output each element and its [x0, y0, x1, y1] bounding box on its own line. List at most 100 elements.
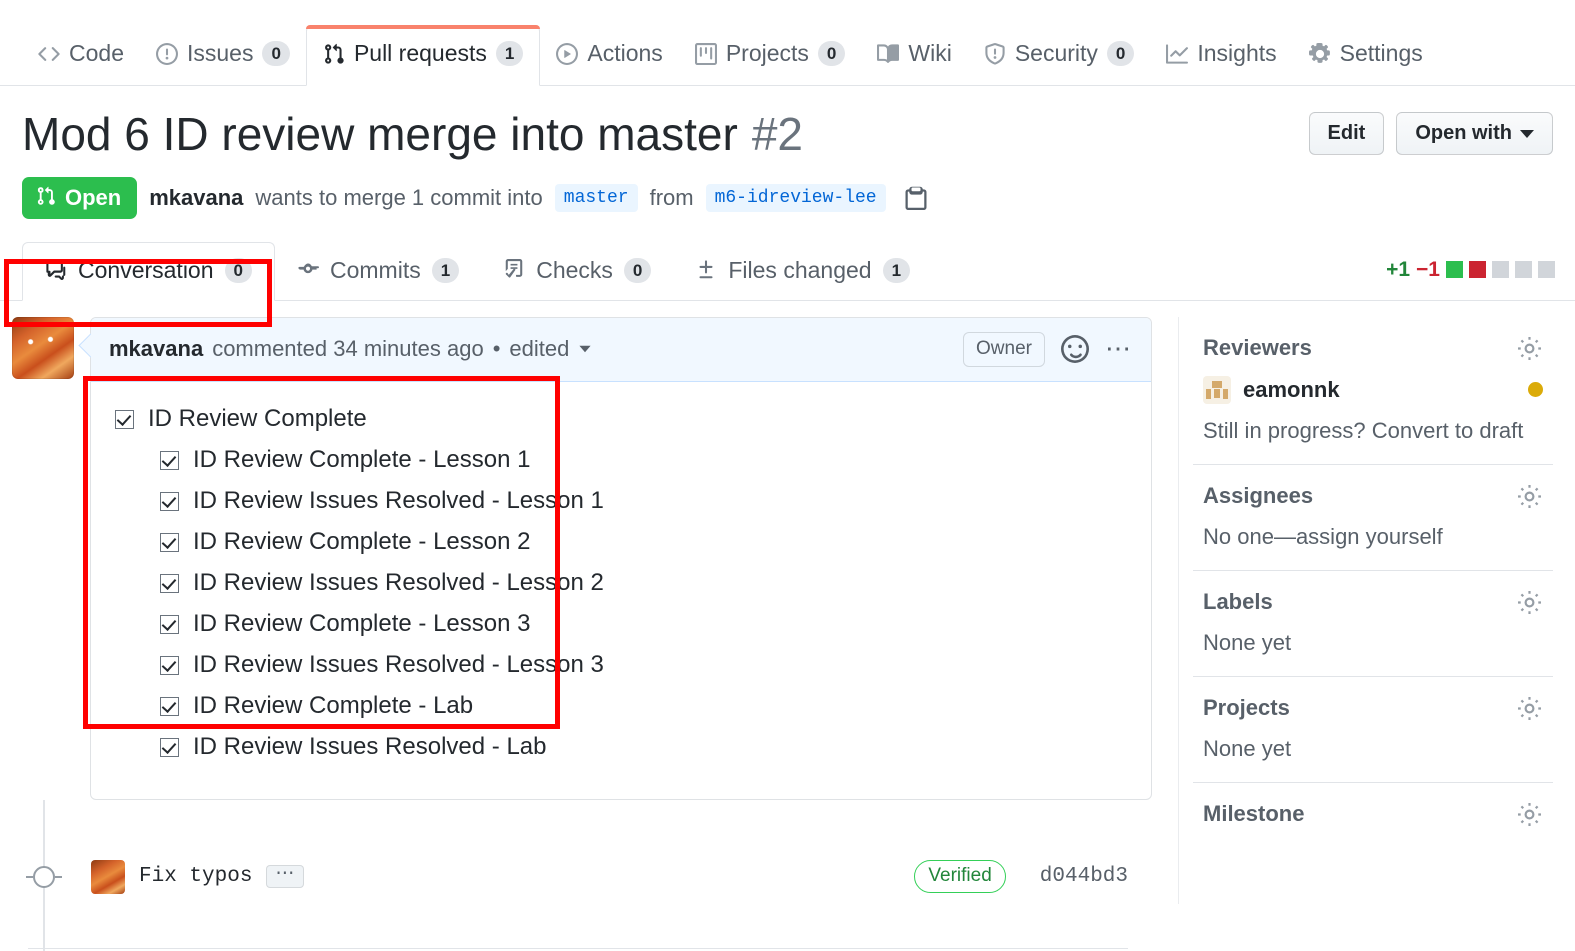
nav-item-security[interactable]: Security 0	[968, 40, 1151, 85]
verified-badge[interactable]: Verified	[914, 860, 1006, 894]
comment-author[interactable]: mkavana	[109, 336, 203, 362]
graph-icon	[1166, 43, 1189, 65]
checkbox-checked-icon[interactable]	[115, 409, 134, 429]
nav-item-pull-requests[interactable]: Pull requests 1	[305, 25, 541, 86]
diffstat-additions: +1	[1386, 257, 1411, 281]
assignees-value[interactable]: No one—assign yourself	[1203, 524, 1543, 550]
convert-to-draft-note[interactable]: Still in progress? Convert to draft	[1203, 418, 1543, 444]
sidebar-section-reviewers: Reviewers eamonnk Still in progress? Con…	[1193, 317, 1553, 465]
comment-header-actions: Owner ⋯	[963, 331, 1133, 367]
open-with-button[interactable]: Open with	[1396, 112, 1553, 155]
sidebar-section-title: Projects	[1203, 695, 1290, 721]
commit-meta: Verified d044bd3	[914, 860, 1152, 894]
pr-body: mkavana commented 34 minutes ago • edite…	[0, 301, 1575, 951]
checkbox-checked-icon[interactable]	[160, 696, 179, 716]
pr-sidebar: Reviewers eamonnk Still in progress? Con…	[1178, 316, 1553, 904]
copy-icon[interactable]	[904, 186, 928, 210]
tab-counter: 1	[882, 257, 911, 283]
commit-sha[interactable]: d044bd3	[1040, 865, 1128, 888]
reviewer-row[interactable]: eamonnk	[1203, 375, 1543, 404]
review-pending-icon	[1528, 382, 1543, 398]
task-item[interactable]: ID Review Complete	[115, 404, 1127, 434]
sidebar-section-title: Labels	[1203, 589, 1273, 615]
nav-item-counter: 1	[495, 41, 524, 66]
task-label: ID Review Complete - Lesson 1	[193, 445, 531, 473]
checkbox-checked-icon[interactable]	[160, 737, 179, 757]
labels-value: None yet	[1203, 629, 1292, 655]
diffstat-deletions: −1	[1416, 257, 1440, 281]
nav-item-label: Pull requests	[353, 40, 487, 66]
gear-icon[interactable]	[1516, 589, 1543, 616]
pr-header: Mod 6 ID review merge into master #2 Edi…	[0, 86, 1575, 219]
gear-icon[interactable]	[1516, 801, 1543, 828]
checkbox-checked-icon[interactable]	[160, 491, 179, 511]
nav-item-label: Code	[69, 40, 124, 66]
nav-item-issues[interactable]: Issues 0	[140, 40, 306, 85]
tab-checks[interactable]: Checks 0	[481, 257, 673, 300]
checkbox-checked-icon[interactable]	[160, 614, 179, 634]
task-item[interactable]: ID Review Complete - Lesson 1	[115, 445, 1127, 475]
gear-icon[interactable]	[1516, 483, 1543, 510]
tab-files-changed[interactable]: Files changed 1	[673, 257, 932, 300]
checkbox-checked-icon[interactable]	[160, 573, 179, 593]
nav-item-actions[interactable]: Actions	[540, 40, 678, 85]
task-item[interactable]: ID Review Issues Resolved - Lesson 2	[115, 568, 1127, 598]
tab-commits[interactable]: Commits 1	[275, 257, 481, 300]
task-item[interactable]: ID Review Complete - Lesson 3	[115, 609, 1127, 639]
avatar[interactable]	[12, 316, 74, 379]
nav-item-settings[interactable]: Settings	[1293, 40, 1439, 85]
task-label: ID Review Issues Resolved - Lesson 2	[193, 568, 604, 596]
commit-message[interactable]: Fix typos	[139, 865, 252, 888]
pr-tabbar: Conversation 0 Commits 1 Checks 0 Files …	[0, 241, 1575, 301]
task-item[interactable]: ID Review Complete - Lab	[115, 691, 1127, 721]
nav-item-counter: 0	[262, 41, 290, 66]
comment-timeline-item: mkavana commented 34 minutes ago • edite…	[12, 316, 1152, 800]
pr-icon	[323, 43, 345, 65]
nav-item-wiki[interactable]: Wiki	[861, 40, 967, 85]
sidebar-section-labels: Labels None yet	[1193, 571, 1553, 677]
nav-item-code[interactable]: Code	[22, 40, 140, 85]
pr-number: #2	[751, 108, 803, 160]
commit-menu-icon[interactable]: ⋯	[266, 864, 305, 889]
conversation-column: mkavana commented 34 minutes ago • edite…	[12, 316, 1152, 951]
smiley-icon[interactable]	[1061, 335, 1089, 364]
play-icon	[556, 42, 579, 65]
comment-action: commented 34 minutes ago	[212, 336, 484, 362]
checkbox-checked-icon[interactable]	[160, 655, 179, 675]
nav-item-insights[interactable]: Insights	[1150, 40, 1292, 85]
sidebar-section-title: Reviewers	[1203, 335, 1312, 361]
task-list: ID Review Complete ID Review Complete - …	[115, 404, 1127, 762]
reviewer-name[interactable]: eamonnk	[1243, 377, 1340, 403]
task-label: ID Review Issues Resolved - Lesson 3	[193, 650, 604, 678]
edit-button[interactable]: Edit	[1308, 112, 1385, 155]
open-with-label: Open with	[1415, 122, 1512, 144]
kebab-icon[interactable]: ⋯	[1105, 336, 1133, 361]
tab-counter: 0	[224, 257, 252, 283]
diffstat-block	[1469, 261, 1486, 279]
nav-item-projects[interactable]: Projects 0	[679, 40, 862, 85]
task-item[interactable]: ID Review Issues Resolved - Lesson 3	[115, 650, 1127, 680]
comment-edited[interactable]: edited	[509, 336, 569, 362]
sidebar-section-header: Reviewers	[1203, 335, 1543, 362]
base-branch-chip[interactable]: master	[554, 183, 638, 212]
task-item[interactable]: ID Review Issues Resolved - Lab	[115, 732, 1127, 762]
task-item[interactable]: ID Review Complete - Lesson 2	[115, 527, 1127, 557]
edit-button-label: Edit	[1327, 122, 1366, 144]
sidebar-section-milestone: Milestone	[1193, 783, 1553, 848]
head-branch-chip[interactable]: m6-idreview-lee	[705, 183, 886, 212]
tab-label: Commits	[330, 256, 421, 283]
tab-conversation[interactable]: Conversation 0	[22, 241, 275, 301]
chevron-down-icon[interactable]	[579, 346, 591, 353]
task-label: ID Review Complete - Lesson 3	[193, 609, 531, 637]
task-label: ID Review Complete - Lesson 2	[193, 527, 531, 555]
gear-icon[interactable]	[1516, 695, 1543, 722]
checkbox-checked-icon[interactable]	[160, 532, 179, 552]
nav-item-counter: 0	[1106, 41, 1135, 66]
gear-icon[interactable]	[1516, 335, 1543, 362]
commit-avatar[interactable]	[91, 859, 125, 894]
chevron-down-icon	[1520, 129, 1534, 138]
pr-author[interactable]: mkavana	[149, 185, 243, 211]
checkbox-checked-icon[interactable]	[160, 450, 179, 470]
shield-icon	[984, 42, 1006, 65]
task-item[interactable]: ID Review Issues Resolved - Lesson 1	[115, 486, 1127, 516]
